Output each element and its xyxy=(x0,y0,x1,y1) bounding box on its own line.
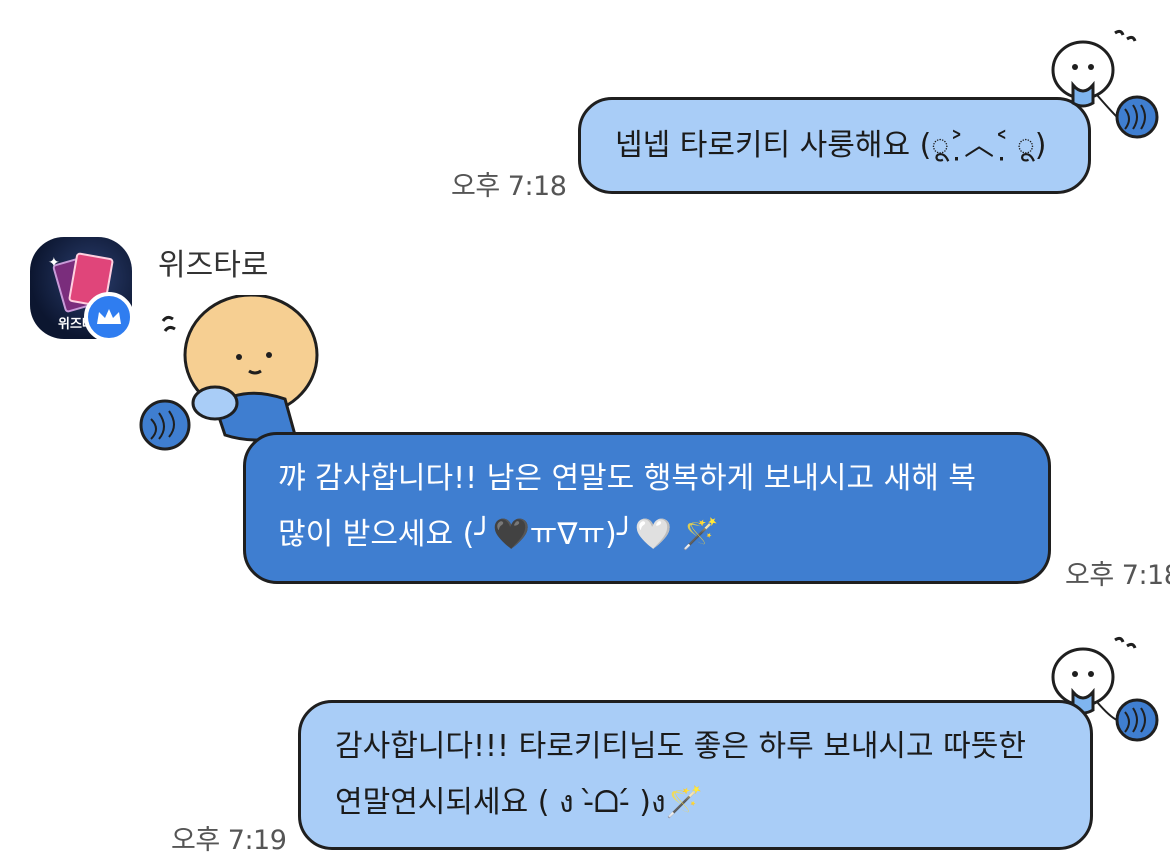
message-line: 꺄 감사합니다!! 남은 연말도 행복하게 보내시고 새해 복 xyxy=(278,461,977,496)
message-time: 오후 7:18 xyxy=(1065,560,1170,591)
message-line: 감사합니다!!! 타로키티님도 좋은 하루 보내시고 따뜻한 xyxy=(335,729,1026,764)
incoming-message-bubble[interactable]: 꺄 감사합니다!! 남은 연말도 행복하게 보내시고 새해 복 많이 받으세요 … xyxy=(243,432,1051,584)
message-line: 많이 받으세요 (╯🖤ㅠ∇ㅠ)╯🤍 🪄 xyxy=(278,517,720,552)
outgoing-message-bubble[interactable]: 넵넵 타로키티 사룽해요 (ू˃̣̣̣̣̣̣︿˂̣̣̣̣̣̣ ू) xyxy=(578,97,1091,194)
message-line: 연말연시되세요 ( ง -̀ᗝ-́ )ง🪄 xyxy=(335,785,703,820)
sparkle-icon: ✦ xyxy=(48,255,60,271)
message-text: 넵넵 타로키티 사룽해요 (ू˃̣̣̣̣̣̣︿˂̣̣̣̣̣̣ ू) xyxy=(615,128,1047,163)
message-time: 오후 7:19 xyxy=(171,825,287,856)
sender-name: 위즈타로 xyxy=(158,248,269,283)
hamster-knitting-sticker xyxy=(1051,29,1159,139)
outgoing-message-bubble[interactable]: 감사합니다!!! 타로키티님도 좋은 하루 보내시고 따뜻한 연말연시되세요 (… xyxy=(298,700,1093,850)
crown-icon xyxy=(84,292,134,342)
message-time: 오후 7:18 xyxy=(451,171,567,202)
